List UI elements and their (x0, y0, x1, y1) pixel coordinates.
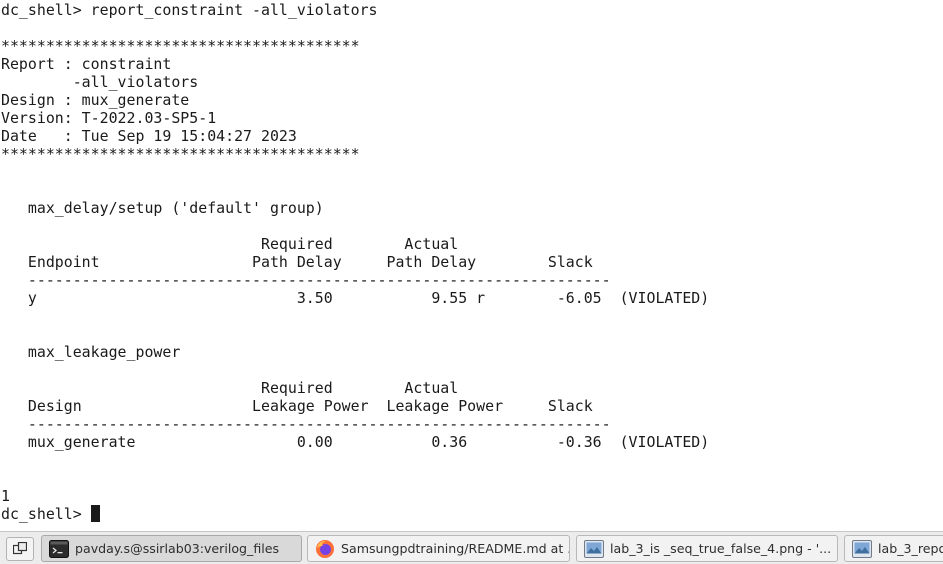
table-divider: ----------------------------------------… (1, 271, 611, 289)
report-option: -all_violators (1, 73, 199, 91)
taskbar-item-label: lab_3_is _seq_true_false_4.png - '... (610, 541, 832, 556)
date-line: Date : Tue Sep 19 15:04:27 2023 (1, 127, 297, 145)
separator-line: **************************************** (1, 37, 360, 55)
table-header-row2: Design Leakage Power Leakage Power Slack (1, 397, 593, 415)
table-row: mux_generate 0.00 0.36 -0.36 (VIOLATED) (1, 433, 710, 451)
prompt-line[interactable]: dc_shell> (1, 505, 100, 523)
show-desktop-button[interactable] (6, 537, 34, 561)
taskbar-item-terminal[interactable]: pavday.s@ssirlab03:verilog_files (41, 535, 302, 562)
return-value: 1 (1, 487, 10, 505)
taskbar-item-firefox[interactable]: Samsungpdtraining/README.md at ... (307, 535, 570, 562)
report-name: Report : constraint (1, 55, 172, 73)
text-cursor (90, 505, 100, 522)
taskbar-item-label: pavday.s@ssirlab03:verilog_files (75, 541, 280, 556)
taskbar-item-label: lab_3_repo (878, 541, 943, 556)
table-header-row2: Endpoint Path Delay Path Delay Slack (1, 253, 593, 271)
taskbar: pavday.s@ssirlab03:verilog_files Samsung… (0, 531, 943, 564)
taskbar-item-image-viewer[interactable]: lab_3_is _seq_true_false_4.png - '... (576, 535, 838, 562)
taskbar-item-label: Samsungpdtraining/README.md at ... (341, 541, 570, 556)
section-title: max_leakage_power (1, 343, 181, 361)
image-viewer-icon (584, 540, 604, 558)
table-divider: ----------------------------------------… (1, 415, 611, 433)
version-line: Version: T-2022.03-SP5-1 (1, 109, 217, 127)
terminal-icon (49, 540, 69, 558)
separator-line: **************************************** (1, 145, 360, 163)
prompt: dc_shell> (1, 505, 91, 523)
table-header-row1: Required Actual (1, 379, 459, 397)
table-header-row1: Required Actual (1, 235, 459, 253)
table-row: y 3.50 9.55 r -6.05 (VIOLATED) (1, 289, 710, 307)
design-name: Design : mux_generate (1, 91, 190, 109)
firefox-icon (315, 540, 335, 558)
terminal-window[interactable]: dc_shell> report_constraint -all_violato… (0, 0, 943, 531)
image-viewer-icon (852, 540, 872, 558)
windows-icon (13, 542, 27, 555)
taskbar-item-image-viewer[interactable]: lab_3_repo (844, 535, 943, 562)
section-title: max_delay/setup ('default' group) (1, 199, 324, 217)
command-line: dc_shell> report_constraint -all_violato… (1, 1, 378, 19)
